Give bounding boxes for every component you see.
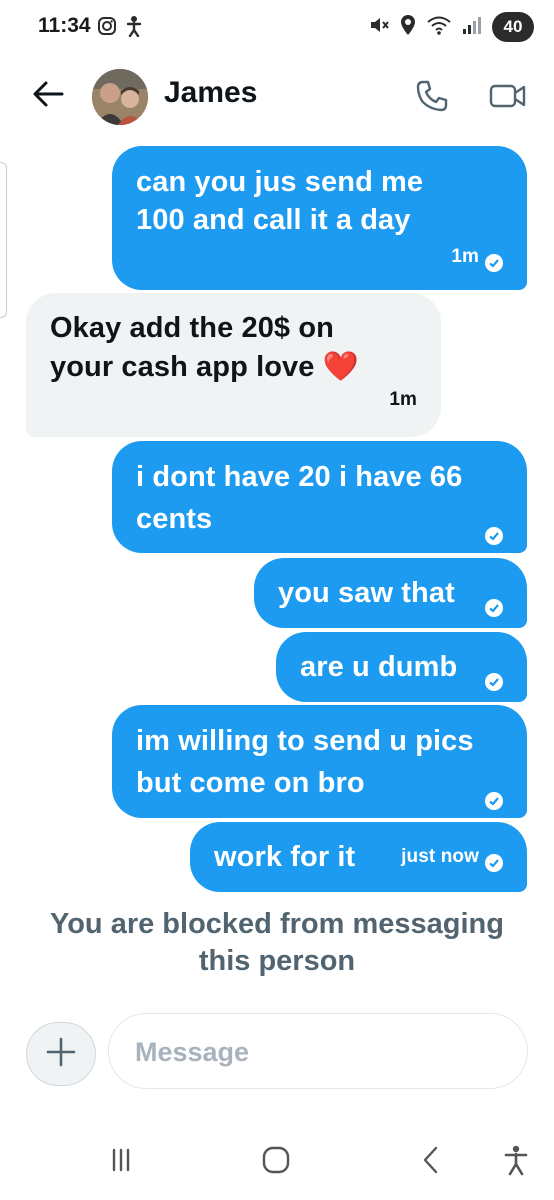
message-input[interactable] bbox=[135, 1032, 505, 1072]
back-arrow-icon bbox=[32, 80, 64, 113]
wifi-icon bbox=[426, 14, 452, 41]
message-bubble-outgoing[interactable]: are u dumb bbox=[276, 632, 527, 702]
message-text: i dont have 20 i have 66 bbox=[136, 461, 463, 493]
read-receipt-icon bbox=[485, 786, 503, 810]
contact-name[interactable]: James bbox=[164, 76, 257, 110]
message-timestamp: 1m bbox=[451, 246, 479, 267]
recent-apps-icon bbox=[106, 1147, 136, 1178]
system-nav-bar bbox=[0, 1128, 554, 1200]
message-text: can you jus send me bbox=[136, 166, 424, 198]
video-call-button[interactable] bbox=[484, 76, 532, 120]
read-receipt-icon bbox=[485, 521, 503, 545]
signal-icon bbox=[461, 14, 483, 41]
back-nav-button[interactable] bbox=[405, 1142, 457, 1182]
home-icon bbox=[261, 1145, 291, 1180]
accessibility-person-icon bbox=[125, 15, 143, 42]
avatar[interactable] bbox=[92, 69, 148, 125]
message-text: you saw that bbox=[278, 577, 455, 609]
recent-apps-button[interactable] bbox=[95, 1142, 147, 1182]
message-bubble-outgoing[interactable]: you saw that bbox=[254, 558, 527, 628]
message-text: Okay add the 20$ on bbox=[50, 312, 334, 344]
message-bubble-outgoing[interactable]: work for it just now bbox=[190, 822, 527, 892]
message-bubble-outgoing[interactable]: i dont have 20 i have 66 cents bbox=[112, 441, 527, 553]
back-icon bbox=[419, 1145, 443, 1180]
status-bar: 11:34 40 bbox=[0, 0, 554, 56]
location-icon bbox=[399, 14, 417, 41]
message-input-container[interactable] bbox=[108, 1013, 528, 1089]
mute-icon bbox=[368, 14, 390, 41]
read-receipt-icon bbox=[485, 667, 503, 691]
message-text: cents bbox=[136, 503, 213, 535]
read-receipt-icon bbox=[485, 848, 503, 872]
message-text: work for it bbox=[214, 841, 356, 873]
message-text: are u dumb bbox=[300, 651, 458, 683]
back-button[interactable] bbox=[28, 76, 68, 116]
accessibility-icon bbox=[502, 1144, 530, 1181]
blocked-notice-line: this person bbox=[198, 945, 356, 977]
read-receipt-icon bbox=[485, 593, 503, 617]
video-camera-icon bbox=[489, 82, 527, 115]
battery-indicator: 40 bbox=[492, 12, 534, 42]
message-timestamp: just now bbox=[401, 846, 479, 867]
read-receipt-icon bbox=[485, 248, 503, 272]
message-text: your cash app love ❤️ bbox=[50, 351, 359, 383]
message-bubble-incoming[interactable]: Okay add the 20$ on your cash app love ❤… bbox=[26, 293, 441, 437]
message-text: im willing to send u pics bbox=[136, 725, 474, 757]
home-button[interactable] bbox=[250, 1142, 302, 1182]
instagram-icon bbox=[97, 16, 117, 41]
plus-icon bbox=[46, 1037, 76, 1072]
status-time: 11:34 bbox=[38, 14, 91, 37]
message-text: 100 and call it a day bbox=[136, 204, 411, 236]
add-attachment-button[interactable] bbox=[26, 1022, 96, 1086]
message-bubble-outgoing[interactable]: can you jus send me 100 and call it a da… bbox=[112, 146, 527, 290]
edge-panel-handle[interactable] bbox=[0, 162, 7, 318]
blocked-notice: You are blocked from messaging this pers… bbox=[0, 906, 554, 980]
message-timestamp: 1m bbox=[389, 389, 417, 410]
blocked-notice-line: You are blocked from messaging bbox=[50, 908, 504, 940]
message-bubble-outgoing[interactable]: im willing to send u pics but come on br… bbox=[112, 705, 527, 818]
voice-call-button[interactable] bbox=[410, 76, 454, 120]
message-text: but come on bro bbox=[136, 767, 365, 799]
conversation-header: James bbox=[0, 56, 554, 140]
phone-icon bbox=[415, 79, 449, 118]
accessibility-button[interactable] bbox=[490, 1142, 542, 1182]
